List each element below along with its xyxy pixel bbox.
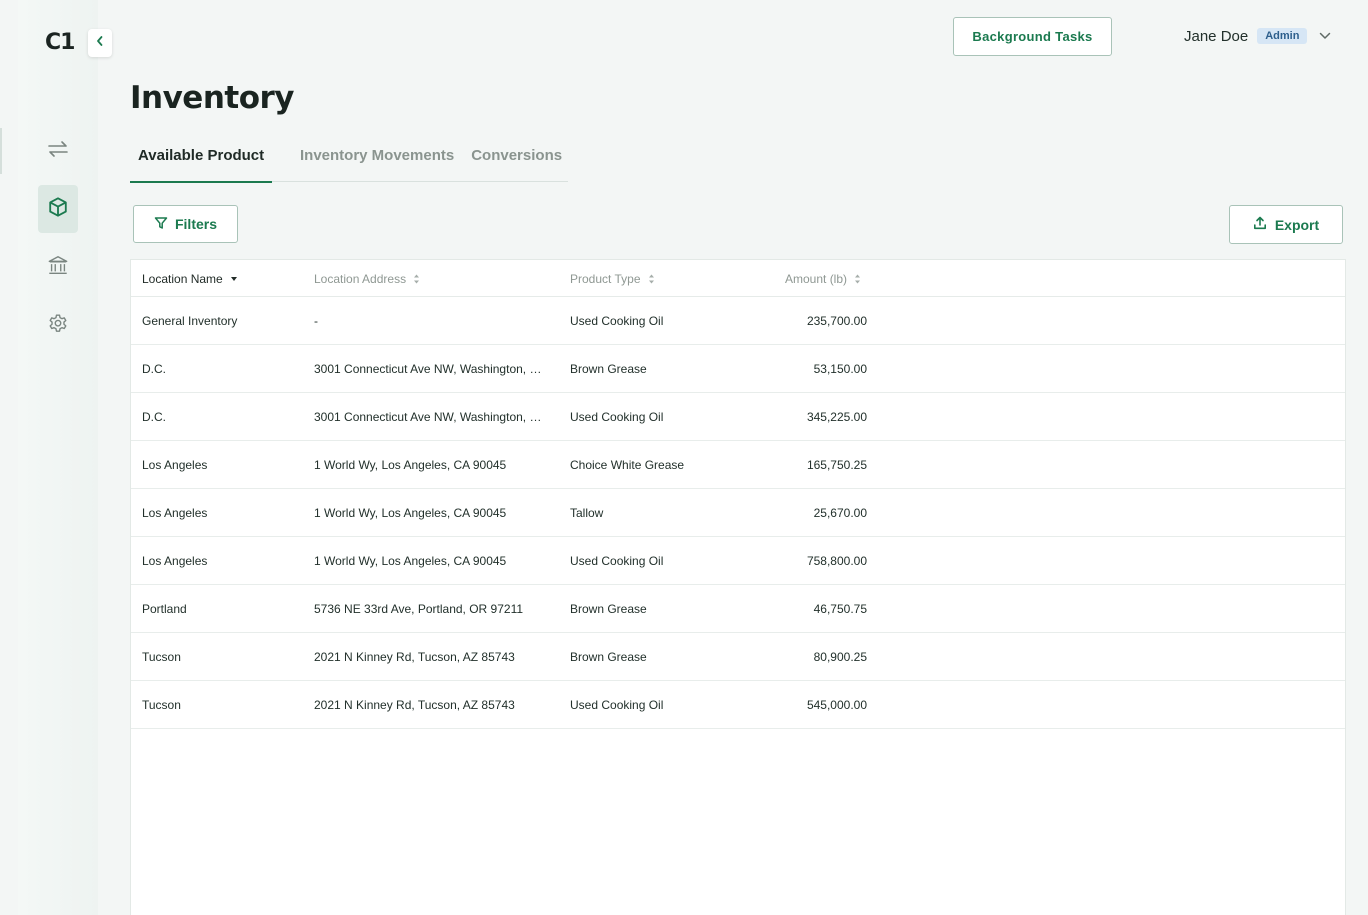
- cell-location-address: 1 World Wy, Los Angeles, CA 90045: [314, 537, 546, 584]
- cell-amount: 80,900.25: [813, 649, 867, 664]
- sidebar-item-transfers[interactable]: [38, 127, 78, 175]
- filters-button[interactable]: Filters: [133, 205, 238, 243]
- cell-location-name: Portland: [142, 601, 187, 616]
- user-menu[interactable]: Jane Doe Admin: [1184, 24, 1331, 48]
- cell-location-name: D.C.: [142, 361, 166, 376]
- chevron-left-icon: [95, 34, 105, 52]
- user-name: Jane Doe: [1184, 27, 1249, 45]
- column-header-label: Product Type: [570, 271, 641, 286]
- column-header-location-address[interactable]: Location Address: [314, 260, 546, 297]
- cell-location-name: Los Angeles: [142, 457, 208, 472]
- sort-icon: [648, 273, 655, 285]
- cell-location-address: 3001 Connecticut Ave NW, Washington, DC.…: [314, 345, 546, 392]
- table-row[interactable]: Tucson 2021 N Kinney Rd, Tucson, AZ 8574…: [131, 681, 1345, 729]
- cell-location-address: 3001 Connecticut Ave NW, Washington, DC.…: [314, 393, 546, 440]
- cell-location-address: -: [314, 297, 546, 344]
- cell-location-address: 1 World Wy, Los Angeles, CA 90045: [314, 441, 546, 488]
- cell-location-address-text: -: [314, 313, 318, 328]
- cell-location-address-text: 1 World Wy, Los Angeles, CA 90045: [314, 505, 507, 520]
- column-header-location-name[interactable]: Location Name: [142, 260, 302, 297]
- sort-icon: [413, 273, 420, 285]
- cell-location-address: 2021 N Kinney Rd, Tucson, AZ 85743: [314, 681, 546, 728]
- tab-bar: Available Product Inventory Movements Co…: [130, 140, 568, 183]
- tab-available-product[interactable]: Available Product: [130, 140, 272, 183]
- collapse-sidebar-button[interactable]: [88, 29, 112, 57]
- filter-icon: [154, 216, 168, 233]
- column-header-label: Location Address: [314, 271, 407, 286]
- cell-product-type: Choice White Grease: [570, 457, 685, 472]
- gear-icon: [47, 312, 69, 339]
- cell-amount: 46,750.75: [813, 601, 867, 616]
- cell-location-name: Tucson: [142, 649, 181, 664]
- cell-location-name: Los Angeles: [142, 553, 208, 568]
- column-header-amount[interactable]: Amount (lb): [785, 260, 861, 297]
- inventory-table: Location Name Location Address Product T…: [130, 259, 1346, 915]
- cell-location-address-text: 3001 Connecticut Ave NW, Washington, DC.…: [314, 361, 546, 376]
- cell-location-address-text: 5736 NE 33rd Ave, Portland, OR 97211: [314, 601, 524, 616]
- table-row[interactable]: D.C. 3001 Connecticut Ave NW, Washington…: [131, 393, 1345, 441]
- table-row[interactable]: Portland 5736 NE 33rd Ave, Portland, OR …: [131, 585, 1345, 633]
- tab-inventory-movements[interactable]: Inventory Movements: [300, 140, 454, 182]
- cell-location-address-text: 1 World Wy, Los Angeles, CA 90045: [314, 457, 507, 472]
- page-title: Inventory: [130, 80, 295, 116]
- table-row[interactable]: Tucson 2021 N Kinney Rd, Tucson, AZ 8574…: [131, 633, 1345, 681]
- export-label: Export: [1274, 216, 1320, 233]
- column-header-label: Amount (lb): [785, 271, 848, 286]
- table-row[interactable]: Los Angeles 1 World Wy, Los Angeles, CA …: [131, 537, 1345, 585]
- table-row[interactable]: D.C. 3001 Connecticut Ave NW, Washington…: [131, 345, 1345, 393]
- cell-amount: 25,670.00: [813, 505, 867, 520]
- cell-amount: 345,225.00: [806, 409, 867, 424]
- cell-product-type: Brown Grease: [570, 601, 647, 616]
- table-row[interactable]: General Inventory - Used Cooking Oil 235…: [131, 297, 1345, 345]
- cell-product-type: Brown Grease: [570, 649, 647, 664]
- sidebar-item-facilities[interactable]: [38, 243, 78, 291]
- sidebar-item-settings[interactable]: [38, 301, 78, 349]
- cell-location-address-text: 3001 Connecticut Ave NW, Washington, DC.…: [314, 409, 546, 424]
- cell-location-name: D.C.: [142, 409, 166, 424]
- cell-location-address-text: 2021 N Kinney Rd, Tucson, AZ 85743: [314, 649, 515, 664]
- cell-amount: 165,750.25: [806, 457, 867, 472]
- role-badge: Admin: [1257, 28, 1308, 44]
- cell-amount: 235,700.00: [806, 313, 867, 328]
- tab-conversions[interactable]: Conversions: [471, 140, 562, 182]
- cube-icon: [47, 196, 69, 223]
- column-header-product-type[interactable]: Product Type: [570, 260, 750, 297]
- outer-strip: [0, 0, 18, 915]
- cell-amount: 53,150.00: [813, 361, 867, 376]
- cell-product-type: Used Cooking Oil: [570, 553, 664, 568]
- cell-location-address: 2021 N Kinney Rd, Tucson, AZ 85743: [314, 633, 546, 680]
- upload-icon: [1253, 216, 1267, 233]
- export-button[interactable]: Export: [1229, 205, 1343, 244]
- cell-product-type: Used Cooking Oil: [570, 697, 664, 712]
- main-content: Background Tasks Jane Doe Admin Inventor…: [98, 0, 1368, 915]
- cell-location-name: General Inventory: [142, 313, 238, 328]
- cell-product-type: Brown Grease: [570, 361, 647, 376]
- cell-location-address: 1 World Wy, Los Angeles, CA 90045: [314, 489, 546, 536]
- filters-label: Filters: [174, 216, 217, 232]
- cell-location-address: 5736 NE 33rd Ave, Portland, OR 97211: [314, 585, 546, 632]
- cell-amount: 545,000.00: [806, 697, 867, 712]
- table-row[interactable]: Los Angeles 1 World Wy, Los Angeles, CA …: [131, 489, 1345, 537]
- sort-icon: [854, 273, 861, 285]
- sort-desc-icon: [230, 276, 238, 282]
- arrows-exchange-icon: [47, 140, 69, 163]
- cell-location-name: Tucson: [142, 697, 181, 712]
- app-logo[interactable]: C1: [45, 30, 75, 55]
- cell-product-type: Used Cooking Oil: [570, 409, 664, 424]
- cell-location-address-text: 2021 N Kinney Rd, Tucson, AZ 85743: [314, 697, 515, 712]
- outer-strip-accent: [0, 128, 2, 174]
- cell-location-name: Los Angeles: [142, 505, 208, 520]
- cell-product-type: Tallow: [570, 505, 604, 520]
- cell-location-address-text: 1 World Wy, Los Angeles, CA 90045: [314, 553, 507, 568]
- building-icon: [47, 254, 69, 281]
- chevron-down-icon: [1319, 32, 1331, 40]
- background-tasks-button[interactable]: Background Tasks: [953, 17, 1112, 56]
- sidebar-item-inventory[interactable]: [38, 185, 78, 233]
- cell-amount: 758,800.00: [806, 553, 867, 568]
- sidebar: C1: [18, 0, 98, 915]
- column-header-label: Location Name: [142, 271, 223, 286]
- table-row[interactable]: Los Angeles 1 World Wy, Los Angeles, CA …: [131, 441, 1345, 489]
- cell-product-type: Used Cooking Oil: [570, 313, 664, 328]
- table-header: Location Name Location Address Product T…: [131, 260, 1345, 297]
